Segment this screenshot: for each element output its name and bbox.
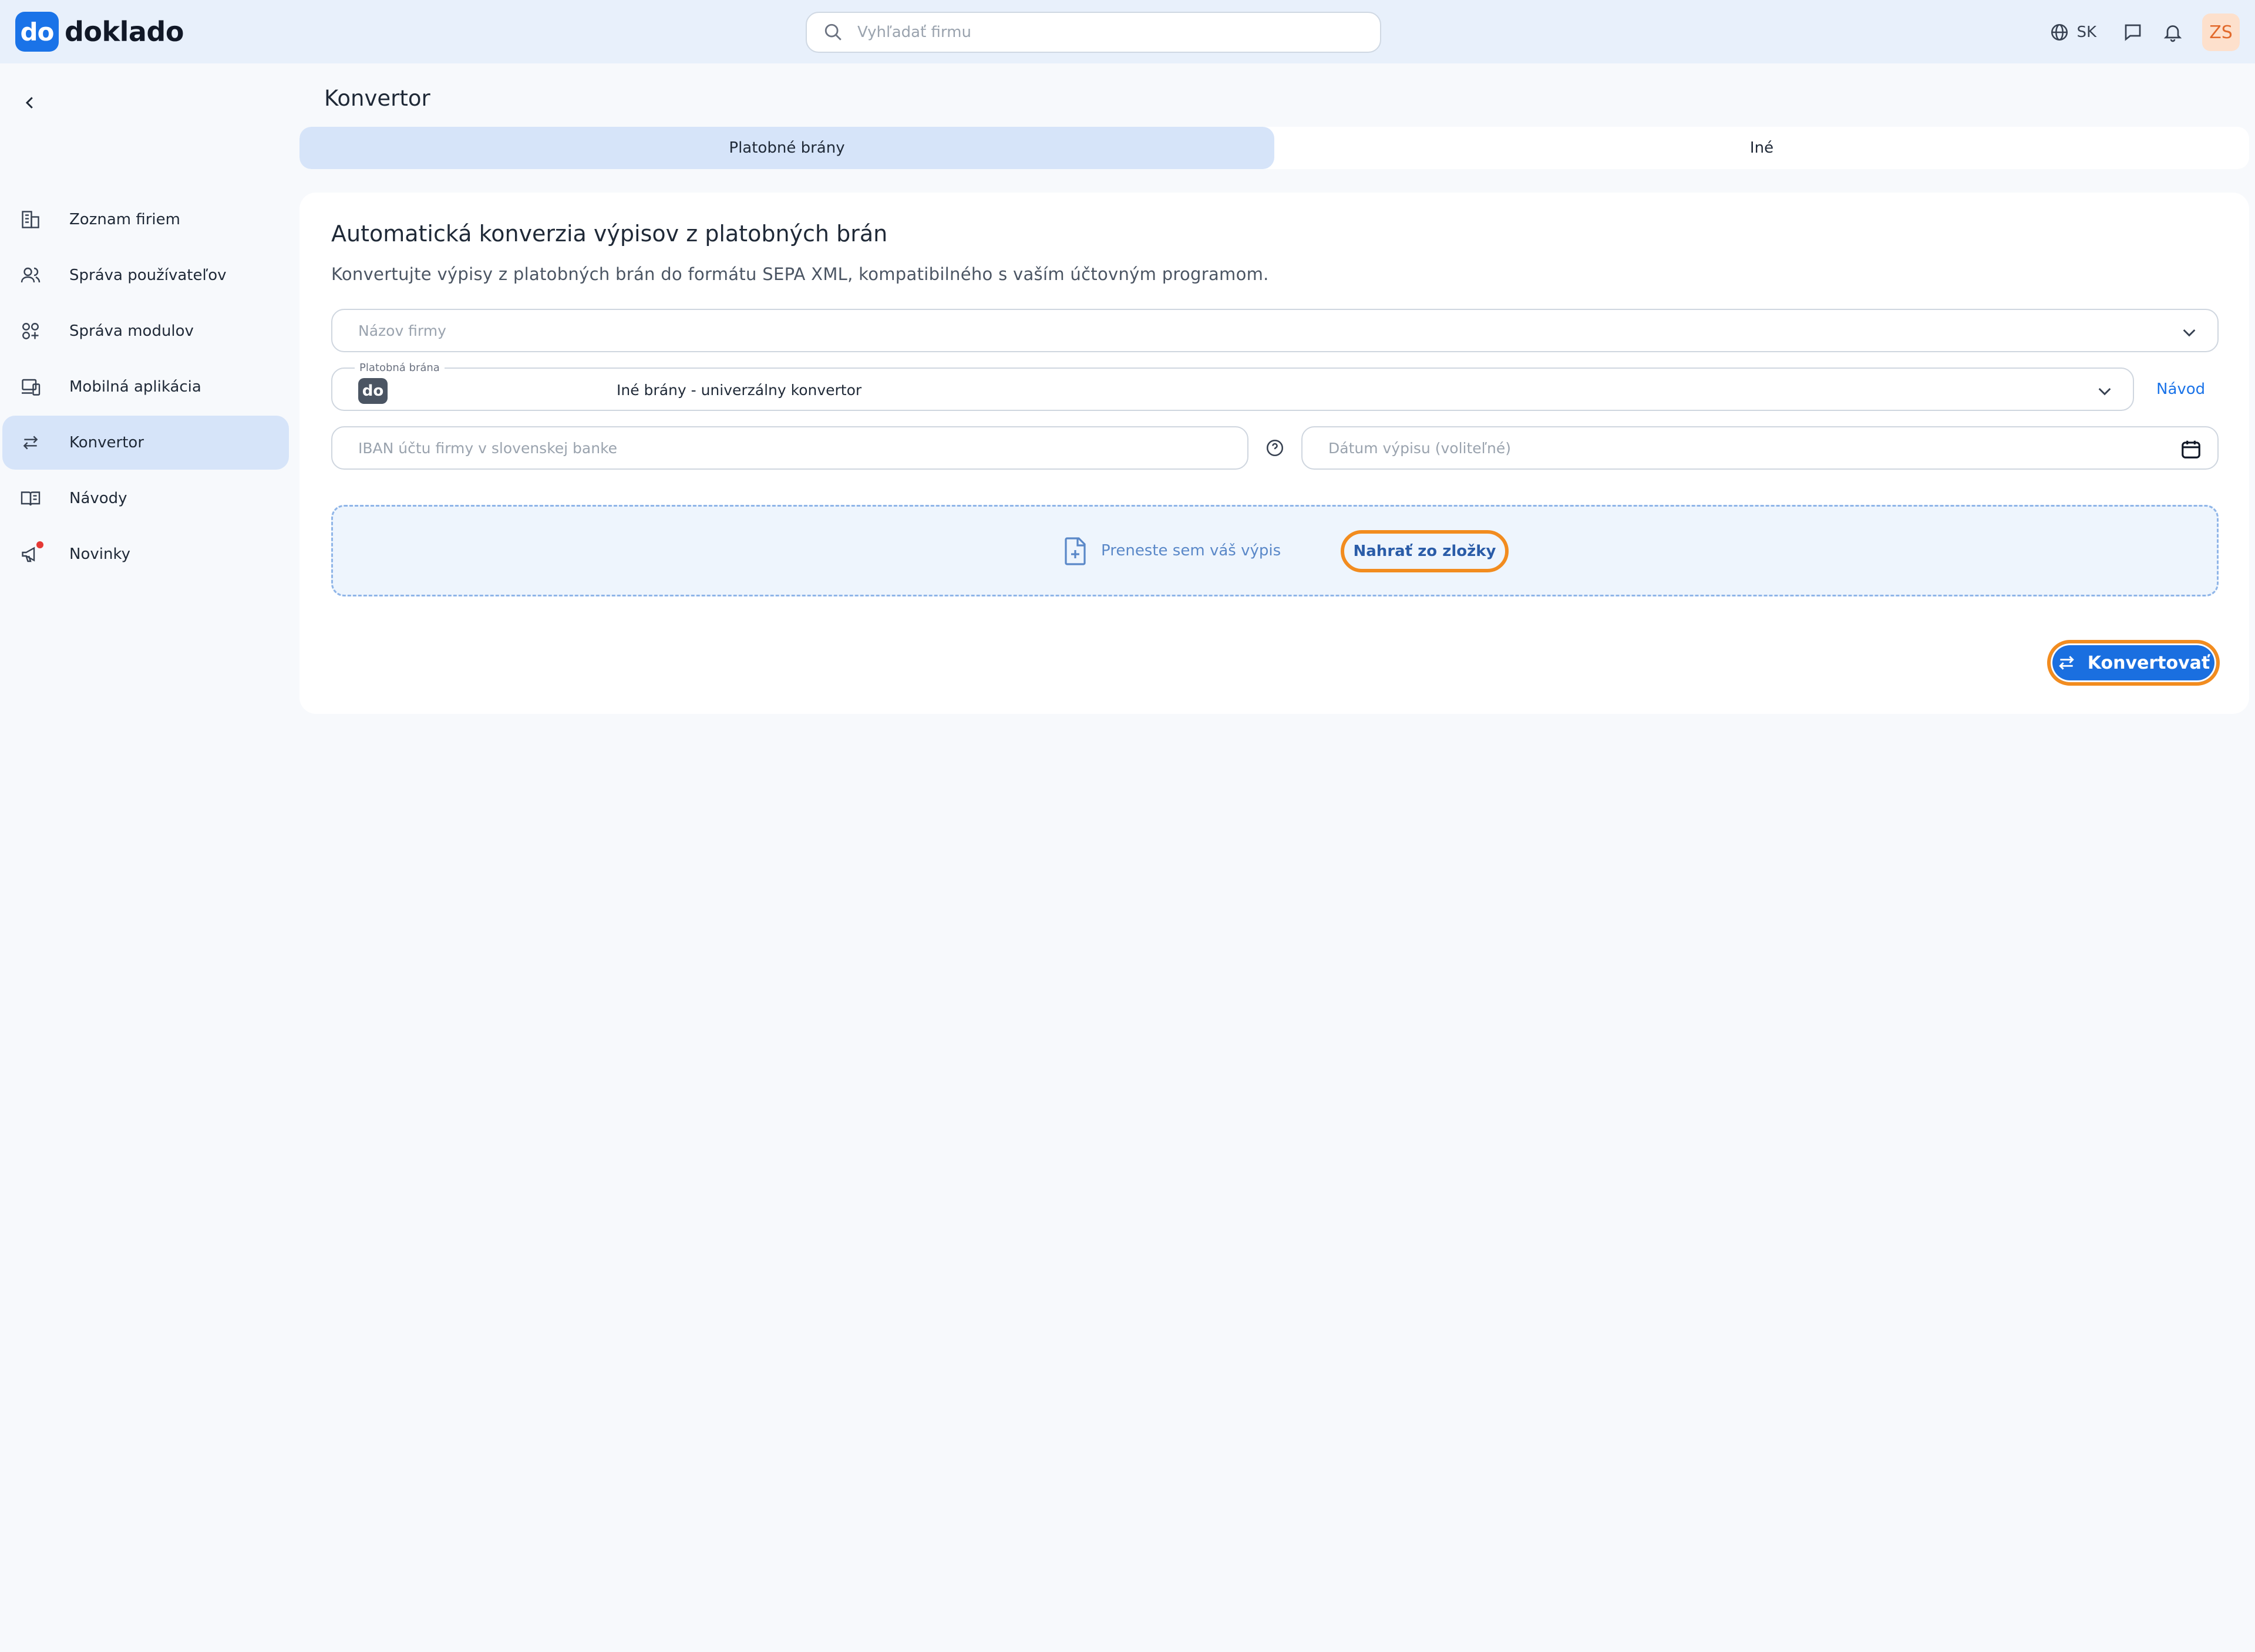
sidebar-item-label: Mobilná aplikácia xyxy=(69,378,201,396)
gateway-logo: do xyxy=(358,378,388,404)
guide-link[interactable]: Návod xyxy=(2156,380,2205,398)
arrows-swap-icon xyxy=(2057,653,2076,672)
sidebar-item-label: Správa modulov xyxy=(69,322,194,340)
sidebar-item-label: Zoznam firiem xyxy=(69,211,180,228)
help-icon[interactable] xyxy=(1265,438,1285,458)
modules-icon xyxy=(18,321,43,342)
building-icon xyxy=(18,209,43,230)
company-placeholder: Názov firmy xyxy=(358,322,446,339)
convert-button-label: Konvertovať xyxy=(2087,652,2210,673)
gateway-select[interactable]: Platobná brána do Iné brány - univerzáln… xyxy=(331,362,2134,411)
search-box[interactable] xyxy=(806,12,1381,53)
collapse-sidebar-icon[interactable] xyxy=(21,94,39,112)
users-icon xyxy=(18,265,43,286)
chevron-down-icon xyxy=(2095,382,2114,400)
language-switcher[interactable]: SK xyxy=(2049,22,2096,42)
gateway-value: Iné brány - univerzálny konvertor xyxy=(617,382,862,399)
dropzone-text: Preneste sem váš výpis xyxy=(1101,542,1281,559)
sidebar-item-label: Návody xyxy=(69,490,127,507)
card-subtitle: Konvertujte výpisy z platobných brán do … xyxy=(331,264,1269,284)
arrows-swap-icon xyxy=(18,433,43,452)
tab-other[interactable]: Iné xyxy=(1274,127,2249,169)
sidebar-item-mobile-app[interactable]: Mobilná aplikácia xyxy=(2,360,289,414)
upload-from-folder-button[interactable]: Nahrať zo zložky xyxy=(1341,530,1509,572)
card-title: Automatická konverzia výpisov z platobný… xyxy=(331,221,888,247)
sidebar-item-news[interactable]: Novinky xyxy=(2,527,289,581)
globe-icon xyxy=(2049,22,2069,42)
sidebar: Zoznam firiem Správa používateľov Správa… xyxy=(0,63,294,1652)
sidebar-item-modules[interactable]: Správa modulov xyxy=(2,304,289,358)
convert-button[interactable]: Konvertovať xyxy=(2047,640,2220,686)
avatar[interactable]: ZS xyxy=(2202,14,2240,51)
page-title: Konvertor xyxy=(324,86,430,111)
converter-card: Automatická konverzia výpisov z platobný… xyxy=(299,193,2249,714)
logo-text: doklado xyxy=(65,16,184,48)
sidebar-item-guides[interactable]: Návody xyxy=(2,471,289,525)
search-input[interactable] xyxy=(857,23,1327,41)
statement-date-field[interactable]: Dátum výpisu (voliteľné) xyxy=(1301,426,2219,470)
app-logo[interactable]: do doklado xyxy=(15,12,184,52)
sidebar-item-users[interactable]: Správa používateľov xyxy=(2,248,289,302)
file-add-icon xyxy=(1061,536,1089,567)
logo-mark: do xyxy=(15,12,59,52)
calendar-icon[interactable] xyxy=(2180,438,2202,460)
tab-payment-gateways[interactable]: Platobné brány xyxy=(299,127,1274,169)
sidebar-nav: Zoznam firiem Správa používateľov Správa… xyxy=(2,193,289,583)
file-dropzone[interactable]: Preneste sem váš výpis Nahrať zo zložky xyxy=(331,505,2219,596)
chat-icon[interactable] xyxy=(2122,22,2143,43)
megaphone-icon xyxy=(18,541,43,565)
bell-icon[interactable] xyxy=(2162,22,2183,43)
search-icon xyxy=(823,22,843,42)
company-select[interactable]: Názov firmy xyxy=(331,309,2219,352)
notification-dot xyxy=(36,541,43,548)
gateway-legend: Platobná brána xyxy=(355,362,445,374)
language-label: SK xyxy=(2076,23,2096,41)
sidebar-item-companies[interactable]: Zoznam firiem xyxy=(2,193,289,247)
iban-field[interactable]: IBAN účtu firmy v slovenskej banke xyxy=(331,426,1248,470)
sidebar-item-converter[interactable]: Konvertor xyxy=(2,416,289,470)
devices-icon xyxy=(18,376,43,397)
sidebar-item-label: Konvertor xyxy=(69,434,144,451)
iban-placeholder: IBAN účtu firmy v slovenskej banke xyxy=(358,439,618,457)
top-bar: do doklado SK ZS xyxy=(0,0,2255,63)
date-placeholder: Dátum výpisu (voliteľné) xyxy=(1328,439,1512,457)
sidebar-item-label: Správa používateľov xyxy=(69,267,227,284)
sidebar-item-label: Novinky xyxy=(69,545,130,563)
top-right-controls: SK ZS xyxy=(2049,14,2240,51)
book-icon xyxy=(18,488,43,509)
tabs: Platobné brány Iné xyxy=(299,127,2249,169)
chevron-down-icon xyxy=(2180,323,2199,342)
